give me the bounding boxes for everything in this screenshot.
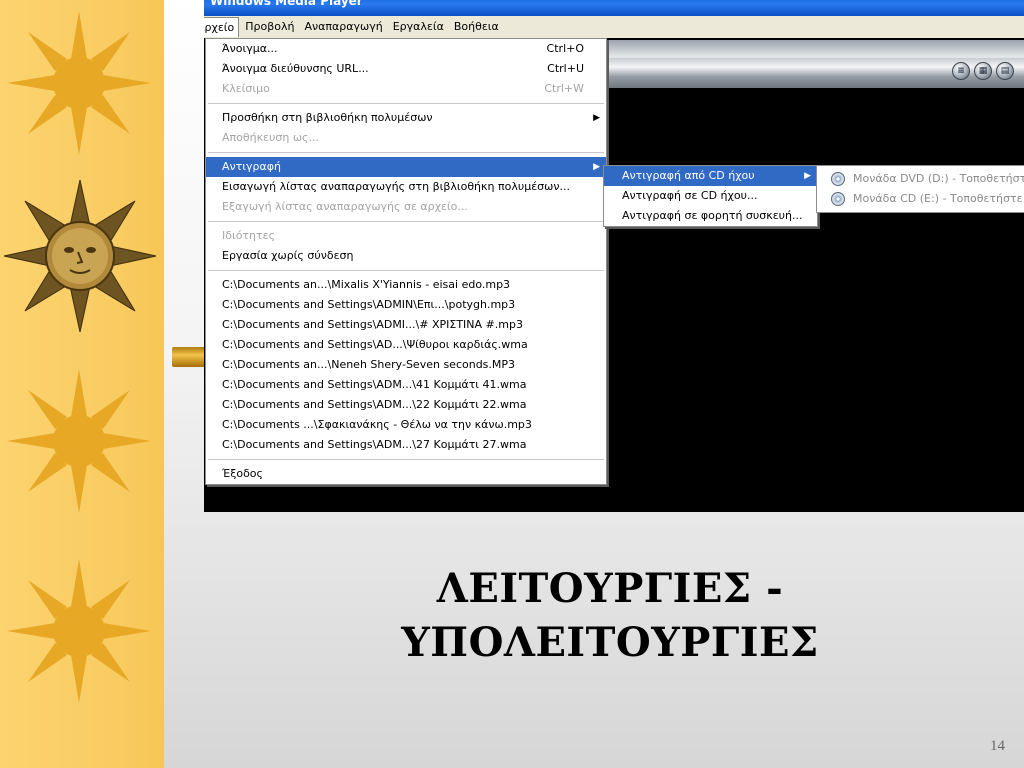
menu-item-label: Αντιγραφή σε φορητή συσκευή...: [622, 209, 803, 222]
window-title: Windows Media Player: [210, 0, 363, 8]
menu-separator: [208, 103, 604, 104]
playlist-menu-icon[interactable]: ≡: [952, 62, 970, 80]
menu-item-dvd-drive[interactable]: Μονάδα DVD (D:) - Τοποθετήστε δ: [817, 169, 1024, 189]
menu-item-label: Έξοδος: [222, 467, 263, 480]
menu-help[interactable]: Βοήθεια: [450, 17, 503, 37]
shortcut-label: Ctrl+W: [544, 82, 584, 95]
recent-file-item[interactable]: C:\Documents and Settings\ADMI...\# ΧΡΙΣ…: [206, 315, 606, 335]
menu-file[interactable]: Αρχείο: [204, 17, 240, 37]
menu-bar: Αρχείο Προβολή Αναπαραγωγή Εργαλεία Βοήθ…: [204, 16, 1024, 38]
sun-icon: [7, 369, 151, 513]
recent-file-item[interactable]: C:\Documents an...\Mixalis X'Yiannis - e…: [206, 275, 606, 295]
menu-item-label: Εξαγωγή λίστας αναπαραγωγής σε αρχείο...: [222, 200, 468, 213]
menu-item-cd-drive[interactable]: Μονάδα CD (E:) - Τοποθετήστε δί: [817, 189, 1024, 209]
recent-file-item[interactable]: C:\Documents and Settings\ADM...\41 Κομμ…: [206, 375, 606, 395]
submenu-arrow-icon: ▶: [593, 113, 600, 123]
menu-item-work-offline[interactable]: Εργασία χωρίς σύνδεση: [206, 246, 606, 266]
menu-item-import-playlist[interactable]: Εισαγωγή λίστας αναπαραγωγής στη βιβλιοθ…: [206, 177, 606, 197]
menu-separator: [208, 270, 604, 271]
menu-item-label: Ιδιότητες: [222, 229, 276, 242]
recent-file-item[interactable]: C:\Documents and Settings\ADM...\22 Κομμ…: [206, 395, 606, 415]
menu-item-label: Εργασία χωρίς σύνδεση: [222, 249, 354, 262]
shortcut-label: Ctrl+O: [546, 42, 584, 55]
menu-item-label: Άνοιγμα...: [222, 42, 278, 55]
sun-icon: [7, 11, 151, 155]
dvd-drive-icon: [831, 172, 845, 186]
menu-item-open-url[interactable]: Άνοιγμα διεύθυνσης URL... Ctrl+U: [206, 59, 606, 79]
cd-drive-icon: [831, 192, 845, 206]
decorative-gold-bar: [172, 347, 206, 367]
menu-separator: [208, 152, 604, 153]
menu-item-label: Άνοιγμα διεύθυνσης URL...: [222, 62, 369, 75]
menu-separator: [208, 459, 604, 460]
submenu-arrow-icon: ▶: [804, 171, 811, 181]
menu-item-copy[interactable]: Αντιγραφή ▶: [206, 157, 606, 177]
file-menu: Άνοιγμα... Ctrl+O Άνοιγμα διεύθυνσης URL…: [205, 38, 607, 485]
slide-title-line: ΥΠΟΛΕΙΤΟΥΡΓΙΕΣ: [401, 619, 819, 666]
copy-submenu: Αντιγραφή από CD ήχου ▶ Αντιγραφή σε CD …: [603, 165, 818, 227]
menu-item-properties: Ιδιότητες: [206, 226, 606, 246]
menu-item-copy-to-cd[interactable]: Αντιγραφή σε CD ήχου...: [604, 186, 817, 206]
drive-submenu: Μονάδα DVD (D:) - Τοποθετήστε δ Μονάδα C…: [816, 165, 1024, 213]
menu-item-label: Αντιγραφή: [222, 160, 281, 173]
menu-item-label: Αντιγραφή από CD ήχου: [622, 169, 755, 182]
menu-play[interactable]: Αναπαραγωγή: [300, 17, 386, 37]
menu-item-label: Προσθήκη στη βιβλιοθήκη πολυμέσων: [222, 111, 433, 124]
recent-file-item[interactable]: C:\Documents an...\Neneh Shery-Seven sec…: [206, 355, 606, 375]
menu-separator: [208, 221, 604, 222]
menu-item-add-to-library[interactable]: Προσθήκη στη βιβλιοθήκη πολυμέσων ▶: [206, 108, 606, 128]
menu-item-save-as: Αποθήκευση ως...: [206, 128, 606, 148]
slide-number: 14: [990, 738, 1005, 754]
slide-title: ΛΕΙΤΟΥΡΓΙΕΣ - ΥΠΟΛΕΙΤΟΥΡΓΙΕΣ: [330, 562, 890, 670]
shortcut-label: Ctrl+U: [547, 62, 584, 75]
recent-file-item[interactable]: C:\Documents and Settings\AD...\Ψίθυροι …: [206, 335, 606, 355]
menu-item-close: Κλείσιμο Ctrl+W: [206, 79, 606, 99]
sun-face-icon: [3, 179, 157, 333]
recent-file-item[interactable]: C:\Documents and Settings\ADM...\27 Κομμ…: [206, 435, 606, 455]
info-icon[interactable]: ▤: [996, 62, 1014, 80]
menu-item-label: Κλείσιμο: [222, 82, 270, 95]
menu-item-exit[interactable]: Έξοδος: [206, 464, 606, 484]
menu-tools[interactable]: Εργαλεία: [389, 17, 448, 37]
submenu-arrow-icon: ▶: [593, 162, 600, 172]
menu-item-export-playlist: Εξαγωγή λίστας αναπαραγωγής σε αρχείο...: [206, 197, 606, 217]
window-title-bar[interactable]: Windows Media Player: [204, 0, 1024, 16]
decorative-left-band: [0, 0, 164, 768]
menu-item-copy-from-cd[interactable]: Αντιγραφή από CD ήχου ▶: [604, 166, 817, 186]
menu-item-label: Εισαγωγή λίστας αναπαραγωγής στη βιβλιοθ…: [222, 180, 570, 193]
sun-icon: [7, 559, 151, 703]
menu-item-copy-to-device[interactable]: Αντιγραφή σε φορητή συσκευή...: [604, 206, 817, 226]
menu-item-label: Μονάδα DVD (D:) - Τοποθετήστε δ: [853, 172, 1024, 185]
menu-item-label: Αποθήκευση ως...: [222, 131, 319, 144]
menu-view[interactable]: Προβολή: [241, 17, 298, 37]
menu-item-open[interactable]: Άνοιγμα... Ctrl+O: [206, 39, 606, 59]
full-mode-icon[interactable]: ▦: [974, 62, 992, 80]
recent-file-item[interactable]: C:\Documents and Settings\ADMIN\Επι...\p…: [206, 295, 606, 315]
menu-item-label: Μονάδα CD (E:) - Τοποθετήστε δί: [853, 192, 1024, 205]
recent-file-item[interactable]: C:\Documents ...\Σφακιανάκης - Θέλω να τ…: [206, 415, 606, 435]
menu-item-label: Αντιγραφή σε CD ήχου...: [622, 189, 758, 202]
slide-title-line: ΛΕΙΤΟΥΡΓΙΕΣ -: [436, 565, 784, 612]
